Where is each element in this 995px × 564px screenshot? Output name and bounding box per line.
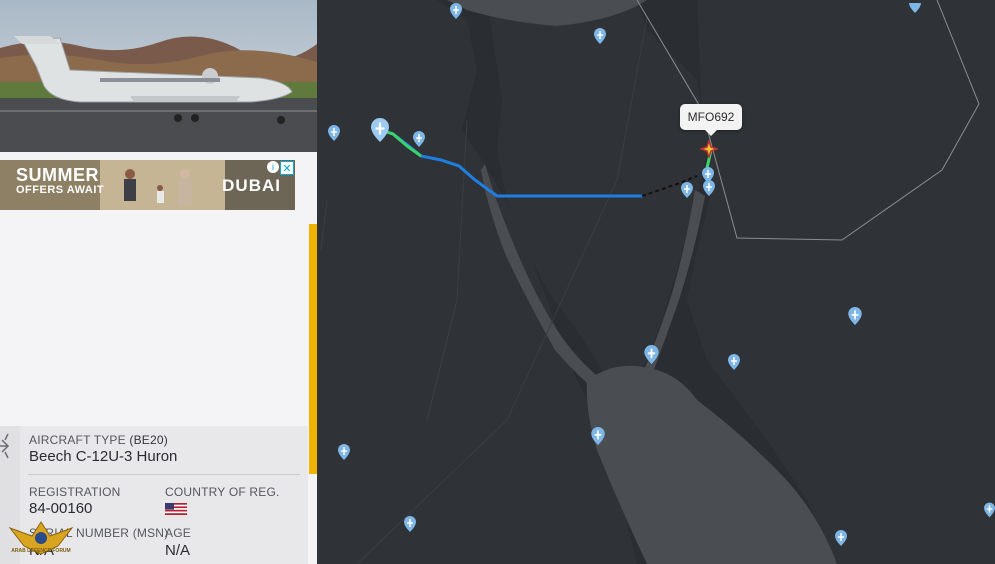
aircraft-photo[interactable] — [0, 0, 317, 152]
aircraft-marker-icon[interactable] — [404, 516, 416, 537]
aircraft-marker-icon[interactable] — [728, 354, 740, 375]
aircraft-marker-icon[interactable] — [644, 345, 659, 369]
advertisement-banner[interactable]: SUMMER OFFERS AWAIT DUBAI i ✕ — [0, 160, 295, 210]
aircraft-marker-icon[interactable] — [681, 182, 693, 203]
ad-line-2: OFFERS AWAIT — [16, 184, 105, 196]
aircraft-marker-icon[interactable] — [591, 427, 605, 450]
aircraft-marker-icon[interactable] — [848, 307, 862, 330]
flight-callsign-label[interactable]: MFO692 — [680, 104, 742, 136]
ad-info-icon[interactable]: i — [267, 161, 279, 173]
aircraft-info-panel: SUMMER OFFERS AWAIT DUBAI i ✕ AIRCRAFT T… — [0, 0, 318, 564]
aircraft-marker-icon[interactable] — [413, 131, 425, 152]
airplane-icon — [0, 433, 10, 459]
selected-aircraft-marker-icon[interactable] — [371, 118, 389, 147]
ad-line-1: SUMMER — [16, 165, 99, 185]
aircraft-type-label: AIRCRAFT TYPE (BE20) — [29, 433, 168, 447]
ad-brand-logo: DUBAI — [222, 176, 281, 195]
details-divider — [28, 474, 300, 475]
aircraft-marker-icon[interactable] — [984, 502, 995, 523]
forum-watermark-text: ARAB DEFENCE FORUM — [11, 548, 71, 554]
selected-flight-plane-icon[interactable] — [698, 138, 720, 163]
aircraft-type-value: Beech C-12U-3 Huron — [29, 448, 178, 465]
age-label: AGE — [165, 526, 191, 540]
flight-map[interactable] — [317, 0, 995, 564]
aircraft-marker-icon[interactable] — [338, 444, 350, 465]
aircraft-type-label-text: AIRCRAFT TYPE — [29, 433, 126, 447]
ad-close-icon[interactable]: ✕ — [280, 161, 294, 175]
forum-watermark-logo: ARAB DEFENCE FORUM — [6, 514, 76, 564]
aircraft-type-code: (BE20) — [129, 433, 168, 447]
age-value: N/A — [165, 542, 191, 559]
flight-track — [379, 128, 713, 198]
aircraft-marker-icon[interactable] — [328, 125, 340, 146]
aircraft-marker-icon[interactable] — [594, 28, 606, 49]
aircraft-marker-icon[interactable] — [909, 0, 921, 18]
aircraft-marker-icon[interactable] — [450, 3, 462, 24]
aircraft-marker-icon[interactable] — [703, 180, 715, 201]
aircraft-marker-icon[interactable] — [835, 530, 847, 551]
country-label: COUNTRY OF REG. — [165, 485, 280, 499]
us-flag-icon — [165, 502, 187, 515]
ad-headline: SUMMER OFFERS AWAIT — [16, 166, 104, 196]
registration-label: REGISTRATION — [29, 485, 121, 499]
panel-scrollbar[interactable] — [309, 224, 317, 474]
